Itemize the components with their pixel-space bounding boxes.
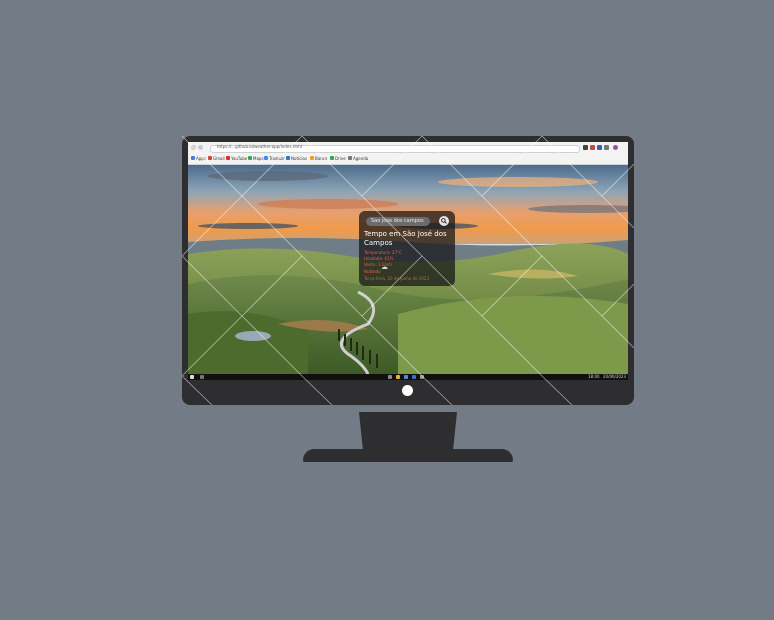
monitor-stand-neck: [359, 412, 457, 450]
weather-card: Sao jose dos campos Tempo em São José do…: [359, 211, 455, 286]
maps-icon: [248, 156, 252, 160]
calendar-icon: [348, 156, 352, 160]
bookmark-noticias[interactable]: Notícias: [286, 155, 307, 161]
weather-title: Tempo em São José dos Campos: [364, 230, 447, 247]
extension-icon[interactable]: [604, 145, 609, 150]
extension-icon[interactable]: [590, 145, 595, 150]
condition-text: Nublado: [364, 269, 381, 274]
browser-icon[interactable]: [404, 375, 408, 379]
forward-icon[interactable]: [198, 145, 203, 150]
bank-icon: [310, 156, 314, 160]
city-search-input[interactable]: Sao jose dos campos: [366, 217, 430, 226]
temperature-text: Temperatura: 27°C: [364, 250, 402, 255]
bookmark-apps[interactable]: Apps: [191, 155, 206, 161]
taskbar-date[interactable]: 20/06/2023: [603, 374, 626, 379]
extension-icon[interactable]: [583, 145, 588, 150]
screen: https://...github.io/weather-app/index.h…: [188, 142, 628, 380]
bookmark-youtube[interactable]: YouTube: [226, 155, 247, 161]
search-button[interactable]: [439, 216, 449, 226]
browser-toolbar: https://...github.io/weather-app/index.h…: [188, 142, 628, 165]
news-icon: [286, 156, 290, 160]
bookmark-gmail[interactable]: Gmail: [208, 155, 225, 161]
taskbar-clock[interactable]: 18:00: [588, 374, 600, 379]
search-icon: [441, 218, 447, 224]
power-button[interactable]: [402, 385, 413, 396]
extension-icon[interactable]: [597, 145, 602, 150]
settings-icon[interactable]: [420, 375, 424, 379]
gmail-icon: [208, 156, 212, 160]
folder-icon[interactable]: [396, 375, 400, 379]
taskbar: 18:00 20/06/2023: [188, 374, 628, 380]
apps-icon: [191, 156, 195, 160]
back-icon[interactable]: [191, 145, 196, 150]
bookmark-agenda[interactable]: Agenda: [348, 155, 368, 161]
bookmark-drive[interactable]: Drive: [330, 155, 346, 161]
humidity-text: Umidade: 61%: [364, 256, 394, 261]
app-icon[interactable]: [412, 375, 416, 379]
monitor-stand-base: [303, 449, 513, 462]
profile-avatar[interactable]: [613, 145, 618, 150]
bookmark-banco[interactable]: Banco: [310, 155, 327, 161]
monitor: https://...github.io/weather-app/index.h…: [182, 136, 634, 405]
start-icon[interactable]: [190, 375, 194, 379]
search-icon[interactable]: [200, 375, 204, 379]
url-text: https://...github.io/weather-app/index.h…: [217, 144, 302, 149]
date-text: Terça-feira, 20 de junho de 2023: [364, 276, 430, 281]
translate-icon: [264, 156, 268, 160]
bookmark-traduzir[interactable]: Traduzir: [264, 155, 285, 161]
cloud-icon: ☁: [381, 263, 388, 271]
bookmark-maps[interactable]: Maps: [248, 155, 264, 161]
address-bar[interactable]: https://...github.io/weather-app/index.h…: [210, 144, 580, 153]
drive-icon: [330, 156, 334, 160]
youtube-icon: [226, 156, 230, 160]
taskview-icon[interactable]: [388, 375, 392, 379]
